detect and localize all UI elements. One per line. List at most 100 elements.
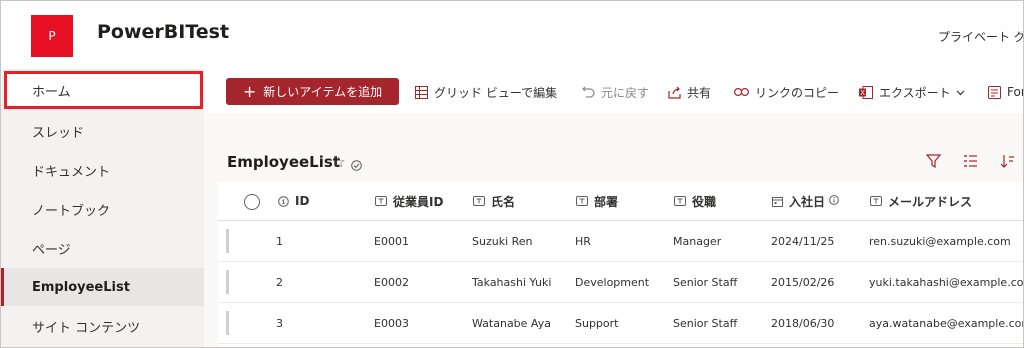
check-circle-icon[interactable]: [351, 156, 362, 175]
column-header-id[interactable]: 1 ID: [278, 182, 309, 220]
text-field-icon: [473, 196, 485, 206]
row-selector[interactable]: [226, 270, 229, 294]
undo-icon: [582, 86, 595, 99]
column-header-label: メールアドレス: [888, 194, 973, 209]
cell-email: yuki.takahashi@example.com: [869, 275, 1024, 289]
chevron-down-icon: [956, 85, 965, 99]
sidebar-item-label: ページ: [32, 242, 71, 258]
sidebar-item-employeelist[interactable]: EmployeeList: [1, 268, 204, 306]
app-window: P PowerBITest プライベート グ ホーム スレッド ドキュメント ノ…: [0, 0, 1024, 348]
link-icon: [734, 87, 749, 97]
main-content: + 新しいアイテムを追加 グリッド ビューで編集 元に戻す 共有 リンクのコピー…: [204, 69, 1023, 347]
text-field-icon: [576, 196, 588, 206]
sidebar-item-label: ホーム: [32, 84, 71, 100]
sidebar-item-label: ノートブック: [32, 203, 111, 219]
share-icon: [668, 86, 681, 99]
cell-hire-date: 2024/11/25: [771, 234, 835, 248]
text-field-icon: [674, 196, 686, 206]
list-title: EmployeeList: [227, 153, 340, 171]
sidebar-item-home[interactable]: ホーム: [4, 71, 203, 109]
export-button[interactable]: X エクスポート: [859, 83, 965, 101]
row-selector[interactable]: [226, 311, 229, 335]
filter-icon[interactable]: [925, 153, 942, 172]
grid-view-button[interactable]: グリッド ビューで編集: [415, 83, 557, 101]
table-row[interactable]: 2 E0002 Takahashi Yuki Development Senio…: [218, 262, 1023, 303]
svg-text:1: 1: [282, 199, 286, 206]
text-field-icon: [870, 196, 882, 206]
copy-link-label: リンクのコピー: [755, 85, 840, 100]
cell-hire-date: 2018/06/30: [771, 316, 835, 330]
forms-icon: [988, 85, 1001, 99]
cell-role: Manager: [673, 234, 722, 248]
cell-employee-id: E0003: [374, 316, 409, 330]
sidebar-item-threads[interactable]: スレッド: [1, 112, 204, 150]
site-logo[interactable]: P: [31, 15, 73, 57]
cell-name[interactable]: Watanabe Aya: [472, 303, 551, 343]
column-header-department[interactable]: 部署: [576, 182, 618, 220]
select-all-checkbox[interactable]: [244, 194, 260, 210]
share-label: 共有: [687, 85, 712, 100]
sidebar-item-label: スレッド: [32, 125, 85, 141]
calendar-icon: [772, 196, 783, 207]
privacy-label: プライベート グ: [938, 30, 1024, 44]
new-item-button[interactable]: + 新しいアイテムを追加: [226, 78, 399, 105]
sidebar-item-site-contents[interactable]: サイト コンテンツ: [1, 307, 204, 345]
column-header-name[interactable]: 氏名: [473, 182, 515, 220]
cell-role: Senior Staff: [673, 316, 738, 330]
cell-department: Development: [575, 275, 650, 289]
cell-email: aya.watanabe@example.com: [869, 316, 1024, 330]
undo-button[interactable]: 元に戻す: [582, 83, 649, 101]
cell-hire-date: 2015/02/26: [771, 275, 835, 289]
list-grid: 1 ID 従業員ID 氏名 部署 役職 入社日 メールアドレス 1 E0001 …: [218, 182, 1023, 347]
favorite-star-icon[interactable]: ☆: [332, 153, 345, 171]
sidebar-item-notebook[interactable]: ノートブック: [1, 190, 204, 228]
cell-department: HR: [575, 234, 591, 248]
info-icon[interactable]: [829, 194, 839, 208]
sidebar-item-pages[interactable]: ページ: [1, 229, 204, 267]
column-header-row: 1 ID 従業員ID 氏名 部署 役職 入社日 メールアドレス: [218, 182, 1023, 221]
sidebar-item-label: ドキュメント: [32, 164, 111, 180]
forms-label: For: [1007, 85, 1024, 99]
table-row[interactable]: 1 E0001 Suzuki Ren HR Manager 2024/11/25…: [218, 221, 1023, 262]
cell-id: 2: [276, 275, 283, 289]
command-bar: + 新しいアイテムを追加 グリッド ビューで編集 元に戻す 共有 リンクのコピー…: [204, 69, 1023, 113]
column-header-label: 部署: [594, 194, 619, 209]
share-button[interactable]: 共有: [668, 83, 711, 101]
cell-id: 1: [276, 234, 283, 248]
row-selector[interactable]: [226, 229, 229, 253]
excel-icon: X: [859, 85, 873, 99]
column-header-employee-id[interactable]: 従業員ID: [375, 182, 443, 220]
cell-name[interactable]: Suzuki Ren: [472, 221, 533, 261]
sidebar-item-documents[interactable]: ドキュメント: [1, 151, 204, 189]
sidebar-item-label: サイト コンテンツ: [32, 320, 141, 336]
sidebar-item-label: EmployeeList: [32, 279, 130, 295]
cell-id: 3: [276, 316, 283, 330]
column-header-hire-date[interactable]: 入社日: [772, 182, 839, 220]
forms-button[interactable]: For: [988, 83, 1024, 101]
cell-email: ren.suzuki@example.com: [869, 234, 1011, 248]
plus-icon: +: [242, 81, 257, 101]
cell-name[interactable]: Takahashi Yuki: [472, 262, 551, 302]
column-header-role[interactable]: 役職: [674, 182, 716, 220]
grid-icon: [415, 85, 428, 99]
svg-text:X: X: [860, 90, 865, 97]
column-header-label: ID: [295, 194, 310, 208]
cell-employee-id: E0001: [374, 234, 409, 248]
sort-icon[interactable]: [1000, 153, 1015, 172]
site-title[interactable]: PowerBITest: [97, 21, 229, 43]
cell-employee-id: E0002: [374, 275, 409, 289]
left-navigation: ホーム スレッド ドキュメント ノートブック ページ EmployeeList …: [1, 69, 204, 347]
grid-view-label: グリッド ビューで編集: [434, 85, 558, 100]
column-header-email[interactable]: メールアドレス: [870, 182, 972, 220]
export-label: エクスポート: [879, 85, 951, 100]
number-icon: 1: [278, 195, 289, 207]
undo-label: 元に戻す: [601, 85, 650, 100]
copy-link-button[interactable]: リンクのコピー: [734, 83, 839, 101]
new-item-label: 新しいアイテムを追加: [263, 85, 383, 99]
table-row[interactable]: 3 E0003 Watanabe Aya Support Senior Staf…: [218, 303, 1023, 344]
column-header-label: 役職: [692, 194, 717, 209]
column-header-label: 氏名: [491, 194, 516, 209]
view-options-icon[interactable]: [963, 153, 978, 172]
column-header-label: 入社日: [789, 194, 826, 209]
text-field-icon: [375, 196, 387, 206]
